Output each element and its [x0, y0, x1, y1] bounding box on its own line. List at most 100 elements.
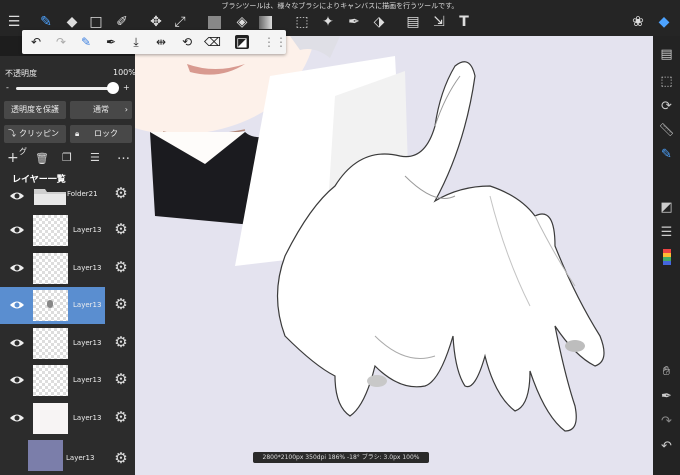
- select-pen-icon[interactable]: ⬗: [371, 14, 387, 30]
- materials-icon[interactable]: ❀: [630, 14, 646, 30]
- bucket-icon[interactable]: ◈: [234, 14, 250, 30]
- more-icon[interactable]: …: [117, 148, 130, 163]
- lock-label: ロック: [94, 129, 118, 138]
- eye-icon[interactable]: [9, 373, 25, 387]
- eye-icon[interactable]: [9, 261, 25, 275]
- rotate-icon[interactable]: ⟳: [658, 98, 675, 115]
- redo-icon[interactable]: ↷: [53, 34, 69, 50]
- opacity-minus-label: -: [6, 83, 9, 92]
- gear-icon[interactable]: ⚙: [112, 184, 130, 202]
- layer-row[interactable]: Layer13 ⚙: [0, 212, 135, 249]
- layer-thumbnail: [33, 253, 68, 284]
- layer-name: Layer13: [73, 264, 102, 272]
- right-toolbar: ▤ ⬚ ⟳ 📏︎ ✎ ◩ ☰ ✋︎ ✒ ↷ ↶: [653, 36, 680, 475]
- gear-icon[interactable]: ⚙: [112, 370, 130, 388]
- layer-row-selected[interactable]: Layer13: [0, 287, 105, 324]
- duplicate-icon[interactable]: ❐: [62, 151, 72, 164]
- magic-wand-icon[interactable]: ✦: [320, 14, 336, 30]
- brush-icon[interactable]: ✎: [38, 14, 54, 30]
- move-icon[interactable]: ✥: [148, 14, 164, 30]
- opacity-slider-track[interactable]: [16, 87, 113, 90]
- gear-icon[interactable]: ⚙: [112, 333, 130, 351]
- eyedropper-icon[interactable]: ✒: [103, 34, 119, 50]
- clipping-button[interactable]: ⤵ クリッピング: [4, 125, 66, 156]
- transform-icon[interactable]: ⤢: [172, 14, 188, 30]
- layer-name: Layer13: [73, 301, 102, 309]
- clipping-icon: ⤵: [8, 129, 16, 138]
- gear-icon[interactable]: ⚙: [112, 220, 130, 238]
- color-palette-icon[interactable]: [658, 248, 675, 265]
- eraser-box-icon[interactable]: ⌫: [204, 34, 221, 50]
- fill-color-icon[interactable]: [208, 16, 221, 29]
- rotate-off-icon[interactable]: ⟲: [179, 34, 195, 50]
- protect-alpha-button[interactable]: 透明度を保護: [4, 101, 66, 119]
- invert-icon[interactable]: ◪: [235, 35, 249, 49]
- layer-panel: 不透明度 100% - + 透明度を保護 通常 › ⤵ クリッピング 🔒︎ ロッ…: [0, 56, 136, 475]
- layer-thumbnail: [33, 365, 68, 396]
- download-icon[interactable]: ⤓: [128, 34, 144, 50]
- grid-icon[interactable]: ⋮⋮: [263, 34, 287, 50]
- layer-thumbnail: [33, 215, 68, 246]
- menu-icon[interactable]: ☰: [6, 14, 22, 30]
- layer-name: Layer13: [73, 376, 102, 384]
- redo-icon[interactable]: ↷: [658, 413, 675, 430]
- layer-thumbnail: [33, 290, 68, 321]
- layer-name: Layer13: [73, 414, 102, 422]
- layer-row[interactable]: Folder21 ⚙: [0, 178, 135, 210]
- layer-name: Layer13: [73, 226, 102, 234]
- hand-icon[interactable]: ✋︎: [658, 363, 675, 380]
- text-icon[interactable]: T: [456, 14, 472, 30]
- gear-icon[interactable]: ⚙: [112, 449, 130, 467]
- layer-row[interactable]: Layer13 ⚙: [0, 325, 135, 362]
- pen-brush-icon[interactable]: ✐: [114, 14, 130, 30]
- layer-move-icon[interactable]: ⇲: [431, 14, 447, 30]
- eye-icon[interactable]: [9, 223, 25, 237]
- gradient-icon[interactable]: [259, 16, 272, 29]
- eyedropper-icon[interactable]: ✒: [658, 388, 675, 405]
- layers-icon[interactable]: ◆: [656, 14, 672, 30]
- add-layer-icon[interactable]: +: [7, 150, 19, 166]
- document-icon[interactable]: ▤: [658, 46, 675, 63]
- gear-icon[interactable]: ⚙: [112, 408, 130, 426]
- list-icon[interactable]: ☰: [90, 151, 100, 164]
- selection-icon[interactable]: ⬚: [658, 73, 675, 90]
- trash-icon[interactable]: 🗑︎: [35, 152, 49, 165]
- eyedropper-select-icon[interactable]: ✒: [346, 14, 362, 30]
- color-swap-icon[interactable]: ◩: [658, 199, 675, 216]
- layer-thumbnail-fill: [28, 440, 63, 471]
- gear-icon[interactable]: ⚙: [112, 295, 130, 313]
- layer-thumbnail: [33, 328, 68, 359]
- opacity-slider-knob[interactable]: [107, 82, 119, 94]
- frame-icon[interactable]: ▤: [405, 14, 421, 30]
- undo-icon[interactable]: ↶: [658, 438, 675, 455]
- canvas-status-bar: 2800*2100px 350dpi 186% -18° ブラシ: 3.0px …: [253, 452, 429, 463]
- pen-select-icon[interactable]: ✎: [78, 34, 94, 50]
- gear-icon[interactable]: ⚙: [112, 258, 130, 276]
- undo-icon[interactable]: ↶: [28, 34, 44, 50]
- eye-icon[interactable]: [9, 298, 25, 312]
- layer-row[interactable]: Layer13 ⚙: [0, 437, 135, 474]
- ruler-icon[interactable]: 📏︎: [658, 122, 675, 139]
- snap-pen-icon[interactable]: ✎: [658, 146, 675, 163]
- blend-mode-select[interactable]: 通常 ›: [70, 101, 132, 119]
- layer-row[interactable]: Layer13 ⚙: [0, 362, 135, 399]
- eye-icon[interactable]: [9, 336, 25, 350]
- eye-icon[interactable]: [9, 189, 25, 203]
- folder-icon: [33, 186, 67, 206]
- eraser-icon[interactable]: ◆: [64, 14, 80, 30]
- brush-list-icon[interactable]: ☰: [658, 224, 675, 241]
- eye-icon[interactable]: [9, 411, 25, 425]
- lock-icon: 🔒︎: [75, 129, 80, 138]
- brush-sub-toolbar: ↶ ↷ ✎ ✒ ⤓ ⇹ ⟲ ⌫ ◪ ⋮⋮: [22, 30, 287, 54]
- flip-icon[interactable]: ⇹: [153, 34, 169, 50]
- lock-button[interactable]: 🔒︎ ロック: [70, 125, 132, 143]
- opacity-value: 100%: [113, 68, 136, 77]
- layer-row[interactable]: Layer13 ⚙: [0, 250, 135, 287]
- rect-select-icon[interactable]: □: [88, 14, 104, 30]
- opacity-label: 不透明度: [5, 69, 37, 78]
- layer-name: Layer13: [73, 339, 102, 347]
- select-icon[interactable]: ⬚: [294, 14, 310, 30]
- canvas-artwork: [135, 36, 605, 432]
- layer-row[interactable]: Layer13 ⚙: [0, 400, 135, 437]
- drawing-canvas[interactable]: [135, 36, 653, 475]
